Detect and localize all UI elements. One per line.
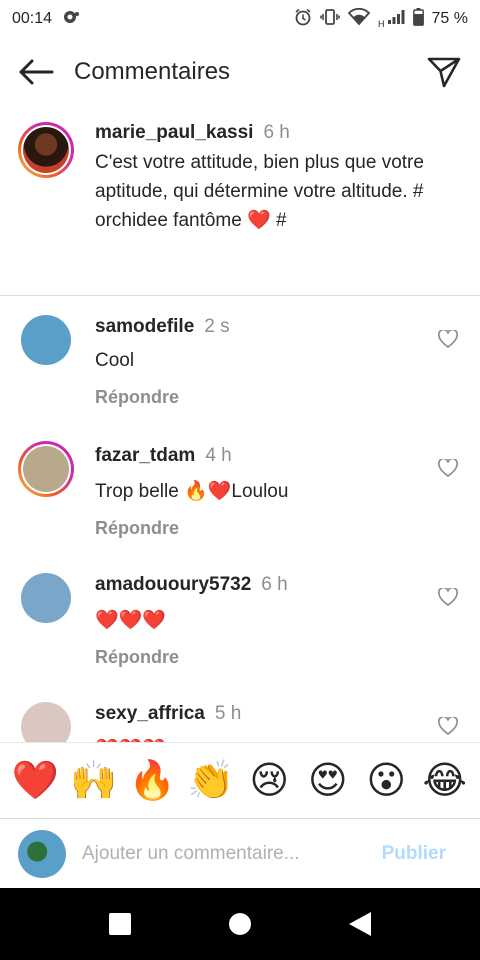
comment-text: Cool <box>95 350 135 371</box>
comment-input-bar: Publier <box>0 818 480 888</box>
reply-button[interactable]: Répondre <box>95 387 462 408</box>
current-user-avatar <box>18 829 66 878</box>
heart-icon <box>437 715 459 735</box>
arrow-left-icon <box>19 59 54 85</box>
system-navigation-bar <box>0 888 480 960</box>
like-comment-button[interactable] <box>437 457 462 483</box>
reply-button[interactable]: Répondre <box>95 518 462 539</box>
publish-button[interactable]: Publier <box>382 843 446 865</box>
comment-username[interactable]: sexy_affrica <box>95 703 205 724</box>
battery-icon <box>412 7 424 31</box>
comment-body: samodefile 2 s Cool Répondre <box>95 312 462 408</box>
comment-username[interactable]: samodefile <box>95 316 194 337</box>
back-button[interactable] <box>16 52 56 92</box>
share-button[interactable] <box>424 52 464 92</box>
signal-icon <box>387 9 405 30</box>
comment-time: 5 h <box>214 703 242 724</box>
page-title: Commentaires <box>74 58 231 85</box>
network-type-label: H <box>378 18 385 29</box>
comment-item: samodefile 2 s Cool Répondre <box>18 312 462 408</box>
comment-item: sexy_affrica5 h❤️❤️❤️Répondre <box>18 699 462 742</box>
reply-button[interactable]: Répondre <box>95 647 462 668</box>
wifi-icon <box>347 7 371 31</box>
comment-username[interactable]: amadououry5732 <box>95 574 251 595</box>
home-button[interactable] <box>216 900 264 948</box>
emoji-reaction-button[interactable]: 😍 <box>303 756 353 806</box>
recents-button[interactable] <box>96 900 144 948</box>
like-comment-button[interactable] <box>437 586 462 612</box>
avatar-image <box>23 446 69 492</box>
emoji-reaction-button[interactable]: 😮 <box>361 756 411 806</box>
header: Commentaires <box>0 38 480 106</box>
heart-icon <box>437 328 459 348</box>
heart-icon <box>437 586 459 606</box>
comment-item: fazar_tdam 4 h Trop belle 🔥❤️Loulou Répondr… <box>18 441 462 539</box>
divider <box>0 295 480 296</box>
square-icon <box>109 913 131 935</box>
comment-time: 4 h <box>205 445 232 466</box>
comment-text: ❤️❤️❤️ <box>95 610 166 631</box>
triangle-back-icon <box>349 912 371 936</box>
ring-icon <box>62 9 80 30</box>
post-caption: marie_paul_kassi 6 h C'est votre attitude… <box>18 122 458 235</box>
comment-body: fazar_tdam 4 h Trop belle 🔥❤️Loulou Répondr… <box>95 441 462 539</box>
like-comment-button[interactable] <box>437 328 462 354</box>
comment-item: amadououry5732 6 h ❤️❤️❤️ Répondre <box>18 570 462 668</box>
comment-list[interactable]: samodefile 2 s Cool Répondre fazar_tdam 4 h Tr… <box>0 312 480 742</box>
comment-avatar[interactable] <box>21 573 71 623</box>
emoji-reaction-button[interactable]: 😢 <box>244 756 294 806</box>
alarm-icon <box>294 8 312 31</box>
emoji-reaction-button[interactable]: ❤️ <box>10 756 60 806</box>
comment-username[interactable]: fazar_tdam <box>95 445 195 466</box>
caption-time: 6 h <box>263 122 290 143</box>
comment-body: sexy_affrica5 h❤️❤️❤️Répondre <box>95 699 462 742</box>
caption-author-avatar[interactable] <box>18 122 74 178</box>
caption-text: C'est votre attitude, bien plus que votr… <box>95 152 424 231</box>
comment-avatar[interactable] <box>21 702 71 742</box>
comment-input[interactable] <box>82 842 372 865</box>
emoji-reaction-button[interactable]: 🙌 <box>69 756 119 806</box>
emoji-reaction-button[interactable]: 👏 <box>186 756 236 806</box>
avatar-image <box>23 127 69 173</box>
emoji-quick-bar: ❤️ 🙌 🔥 👏 😢 😍 😮 😂 <box>0 742 480 818</box>
send-icon <box>427 57 461 88</box>
vibrate-icon <box>320 8 340 31</box>
heart-icon <box>437 457 459 477</box>
comment-body: amadououry5732 6 h ❤️❤️❤️ Répondre <box>95 570 462 668</box>
status-bar: 00:14 H 75 % <box>0 0 480 38</box>
comment-avatar[interactable] <box>18 441 74 497</box>
comment-time: 2 s <box>204 316 230 337</box>
caption-username[interactable]: marie_paul_kassi <box>95 122 253 143</box>
like-comment-button[interactable] <box>437 715 462 741</box>
emoji-reaction-button[interactable]: 🔥 <box>127 756 177 806</box>
back-nav-button[interactable] <box>336 900 384 948</box>
battery-level: 75 % <box>431 10 468 27</box>
comment-text: Trop belle 🔥❤️Loulou <box>95 481 289 502</box>
emoji-reaction-button[interactable]: 😂 <box>420 756 470 806</box>
comment-time: 6 h <box>261 574 288 595</box>
circle-icon <box>229 913 251 935</box>
comment-avatar[interactable] <box>21 315 71 365</box>
status-time: 00:14 <box>12 10 53 27</box>
